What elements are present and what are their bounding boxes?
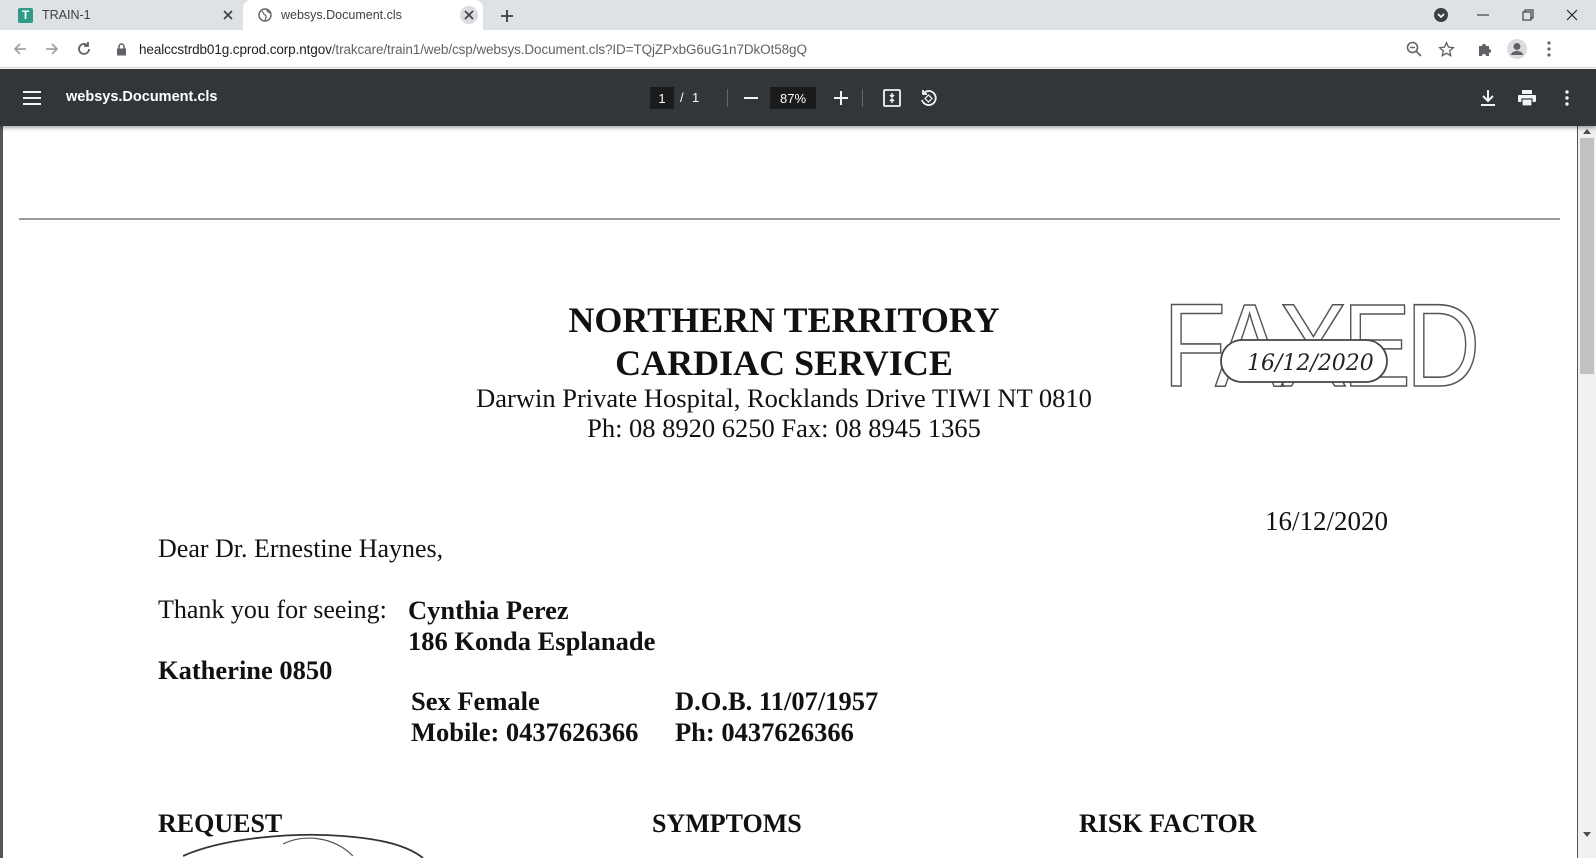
pdf-toolbar: websys.Document.cls 1 / 1 87% (0, 69, 1596, 126)
url-path: /trakcare/train1/web/csp/websys.Document… (331, 41, 807, 57)
letter-date: 16/12/2020 (1265, 506, 1389, 536)
reload-button[interactable] (71, 36, 97, 62)
patient-phone: Ph: 0437626366 (675, 717, 854, 747)
toolbar-divider (727, 89, 728, 107)
profile-avatar-icon[interactable] (1504, 36, 1530, 62)
tab-strip: T TRAIN-1 websys.Document.cls (0, 0, 1596, 30)
faxed-stamp: FAXED 16/12/2020 (1163, 288, 1481, 393)
section-symptoms: SYMPTOMS (652, 809, 802, 838)
page-separator: / (680, 90, 684, 105)
patient-dob: D.O.B. 11/07/1957 (675, 686, 879, 716)
scroll-down-arrow-icon[interactable] (1583, 832, 1591, 838)
stamp-date: 16/12/2020 (1247, 351, 1374, 376)
patient-suburb: Katherine 0850 (158, 655, 333, 685)
tab-train-1[interactable]: T TRAIN-1 (0, 0, 243, 30)
close-icon[interactable] (219, 6, 237, 24)
hamburger-menu-icon[interactable] (20, 86, 44, 110)
scroll-up-arrow-icon[interactable] (1583, 128, 1591, 134)
org-phone-fax: Ph: 08 8920 6250 Fax: 08 8945 1365 (587, 413, 981, 443)
scrollbar-thumb[interactable] (1580, 138, 1594, 374)
address-bar[interactable]: healccstrdb01g.cprod.corp.ntgov/trakcare… (108, 34, 1444, 64)
rotate-icon[interactable] (916, 86, 940, 110)
close-window-button[interactable] (1550, 0, 1594, 30)
tab-search-button[interactable] (1419, 0, 1463, 30)
patient-name: Cynthia Perez (408, 595, 569, 625)
zoom-in-button[interactable] (829, 86, 853, 110)
lock-icon[interactable] (116, 42, 127, 56)
vertical-scrollbar[interactable] (1578, 126, 1596, 858)
page-number-input[interactable]: 1 (650, 87, 674, 109)
url-text[interactable]: healccstrdb01g.cprod.corp.ntgov/trakcare… (139, 42, 807, 57)
back-button[interactable] (7, 36, 33, 62)
pdf-title: websys.Document.cls (66, 89, 218, 105)
pdf-page: NORTHERN TERRITORY CARDIAC SERVICE Darwi… (3, 126, 1577, 858)
salutation: Dear Dr. Ernestine Haynes, (158, 534, 444, 563)
new-tab-button[interactable] (497, 6, 517, 26)
more-options-icon[interactable] (1555, 86, 1579, 110)
print-icon[interactable] (1515, 86, 1539, 110)
extensions-puzzle-icon[interactable] (1472, 36, 1498, 62)
section-risk-factor: RISK FACTOR (1079, 809, 1257, 838)
pdf-viewport[interactable]: NORTHERN TERRITORY CARDIAC SERVICE Darwi… (0, 126, 1596, 858)
t-favicon-icon: T (18, 7, 33, 23)
forward-button[interactable] (39, 36, 65, 62)
page-total: 1 (692, 90, 700, 105)
header-rule (19, 218, 1560, 220)
patient-sex: Sex Female (411, 686, 540, 716)
fit-to-page-icon[interactable] (880, 86, 904, 110)
thanks-prefix: Thank you for seeing: (158, 595, 387, 624)
close-icon[interactable] (460, 6, 478, 24)
zoom-icon[interactable] (1401, 36, 1427, 62)
bookmark-star-icon[interactable] (1433, 36, 1459, 62)
pen-mark (183, 833, 424, 858)
globe-icon (258, 8, 272, 22)
tab-title: TRAIN-1 (42, 8, 91, 22)
zoom-level-input[interactable]: 87% (770, 87, 816, 109)
patient-street: 186 Konda Esplanade (408, 626, 656, 656)
zoom-out-button[interactable] (739, 86, 763, 110)
browser-toolbar: healccstrdb01g.cprod.corp.ntgov/trakcare… (0, 30, 1596, 68)
patient-mobile: Mobile: 0437626366 (411, 717, 639, 747)
minimize-button[interactable] (1461, 0, 1505, 30)
toolbar-divider (862, 89, 863, 107)
tab-websys-document[interactable]: websys.Document.cls (243, 0, 483, 30)
restore-button[interactable] (1506, 0, 1550, 30)
download-icon[interactable] (1476, 86, 1500, 110)
url-host: healccstrdb01g.cprod.corp.ntgov (139, 41, 332, 57)
chrome-menu-icon[interactable] (1536, 36, 1562, 62)
tab-title: websys.Document.cls (281, 8, 402, 22)
